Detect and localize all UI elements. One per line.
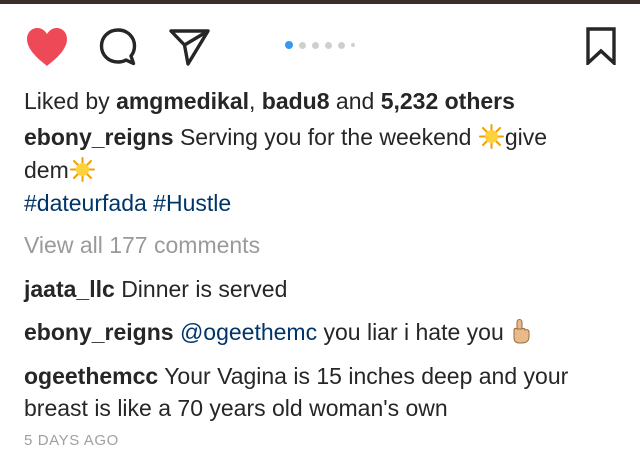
- likes-line: Liked by amgmedikal, badu8 and 5,232 oth…: [24, 86, 515, 117]
- action-bar: [0, 22, 640, 72]
- comment-mention[interactable]: @ogeethemc: [180, 319, 317, 345]
- comment-icon[interactable]: [97, 26, 139, 68]
- caption-text: give: [504, 124, 548, 150]
- comment-text: Your Vagina is 15 inches deep and your: [164, 363, 569, 389]
- carousel-dot: [299, 41, 306, 49]
- comment-text: you liar i hate you: [323, 319, 504, 345]
- post-timestamp: 5 DAYS AGO: [24, 432, 119, 449]
- comment-text: Dinner is served: [121, 276, 288, 302]
- caption-line-1: ebony_reigns Serving you for the weekend…: [24, 122, 547, 153]
- paper-plane-icon[interactable]: [168, 26, 212, 68]
- caption-text: dem: [24, 157, 69, 183]
- likes-count[interactable]: 5,232 others: [381, 88, 515, 114]
- sparkle-emoji-icon: [69, 157, 95, 182]
- liker-username[interactable]: badu8: [262, 88, 330, 114]
- carousel-dot: [312, 41, 319, 49]
- comment-3: ogeethemcc Your Vagina is 15 inches deep…: [24, 361, 568, 392]
- likes-separator: ,: [249, 88, 256, 114]
- likes-prefix: Liked by: [24, 88, 110, 114]
- view-all-comments-link[interactable]: View all 177 comments: [24, 230, 260, 261]
- comment-username[interactable]: ogeethemcc: [24, 363, 158, 389]
- hashtags[interactable]: #dateurfada #Hustle: [24, 188, 231, 219]
- heart-icon[interactable]: [24, 26, 70, 68]
- bookmark-icon[interactable]: [585, 27, 617, 65]
- comment-2: ebony_reigns @ogeethemc you liar i hate …: [24, 317, 534, 348]
- photo-edge: [0, 0, 640, 4]
- comment-3-line-2: breast is like a 70 years old woman's ow…: [24, 395, 448, 421]
- liker-username[interactable]: amgmedikal: [116, 88, 249, 114]
- comment-username[interactable]: ebony_reigns: [24, 319, 174, 345]
- comment-username[interactable]: jaata_llc: [24, 276, 115, 302]
- comment-1: jaata_llc Dinner is served: [24, 274, 287, 305]
- pointing-finger-emoji-icon: [508, 318, 534, 344]
- likes-and: and: [335, 88, 375, 114]
- caption-username[interactable]: ebony_reigns: [24, 124, 174, 150]
- carousel-dots: [285, 39, 361, 51]
- caption-line-2: dem: [24, 155, 96, 186]
- sparkle-emoji-icon: [478, 124, 504, 149]
- carousel-dot: [338, 41, 345, 49]
- carousel-dot: [325, 41, 332, 49]
- carousel-dot: [351, 43, 355, 47]
- carousel-dot-active: [285, 41, 293, 49]
- caption-text: Serving you for the weekend: [179, 124, 472, 150]
